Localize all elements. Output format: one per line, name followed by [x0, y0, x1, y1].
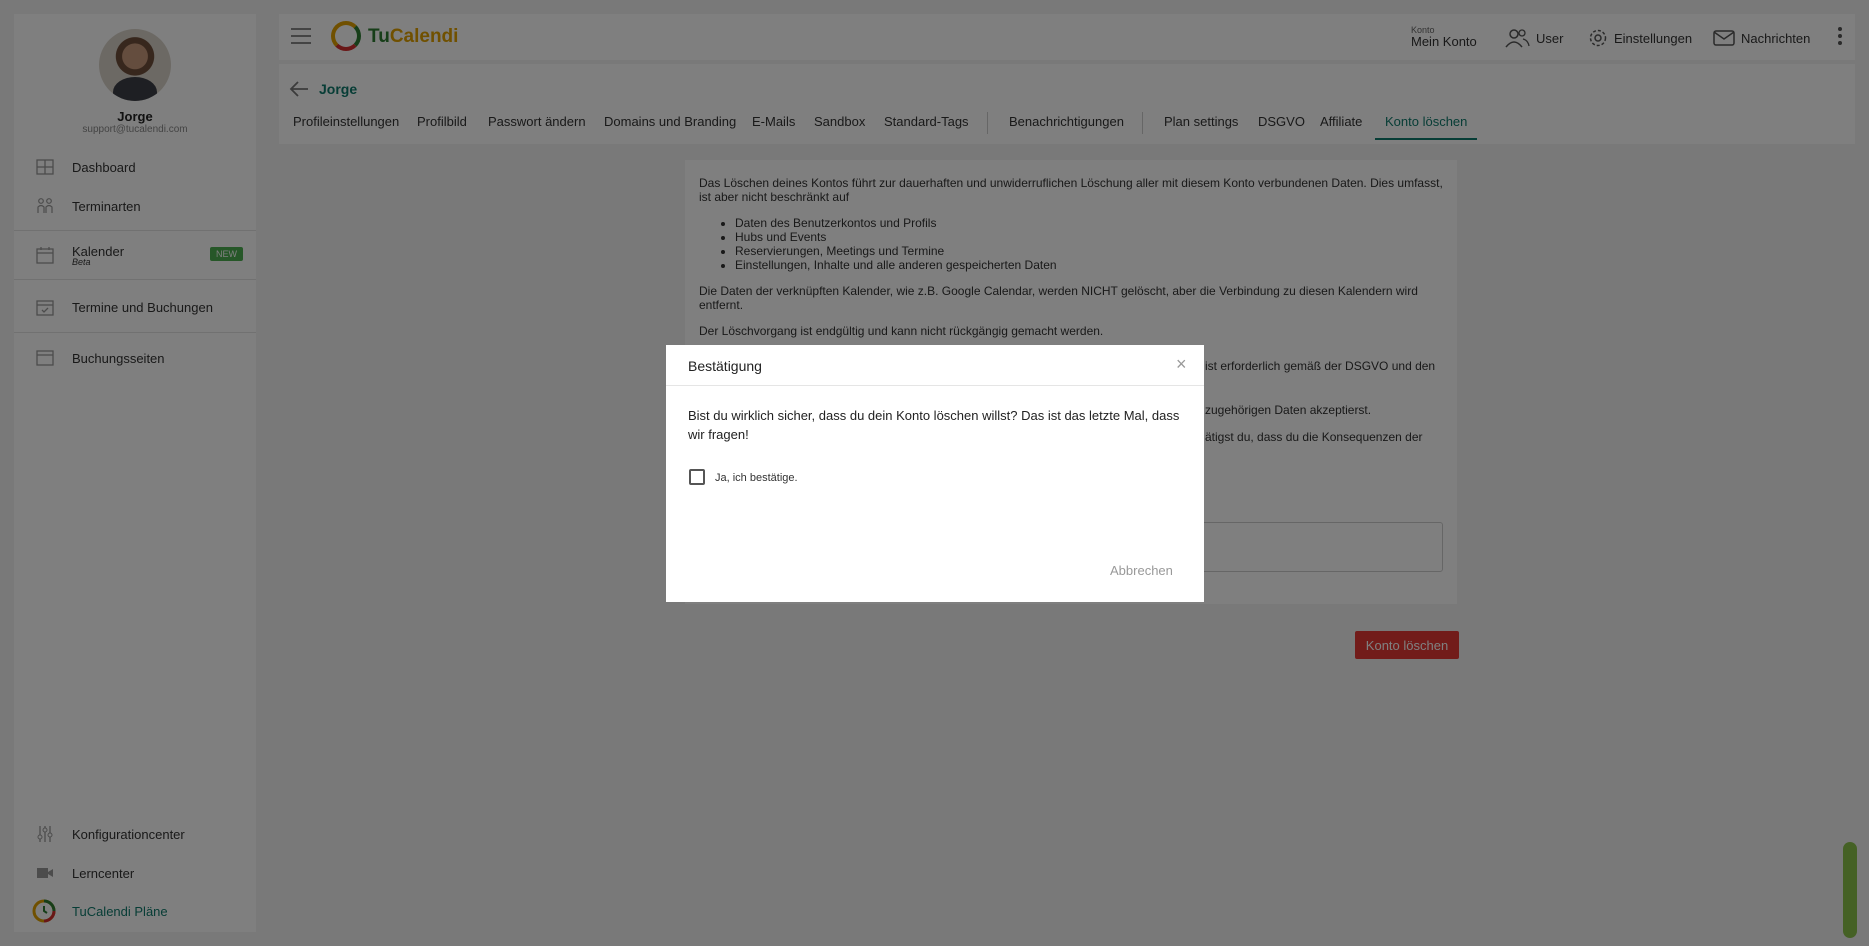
modal-message: Bist du wirklich sicher, dass du dein Ko…: [688, 408, 1180, 442]
modal-header: Bestätigung ×: [666, 345, 1204, 386]
cancel-button[interactable]: Abbrechen: [1110, 563, 1173, 578]
confirm-checkbox[interactable]: [689, 469, 705, 485]
confirmation-modal: Bestätigung × Bist du wirklich sicher, d…: [666, 345, 1204, 602]
modal-title: Bestätigung: [688, 358, 762, 374]
confirm-checkbox-label[interactable]: Ja, ich bestätige.: [715, 472, 798, 484]
close-icon[interactable]: ×: [1176, 355, 1187, 373]
